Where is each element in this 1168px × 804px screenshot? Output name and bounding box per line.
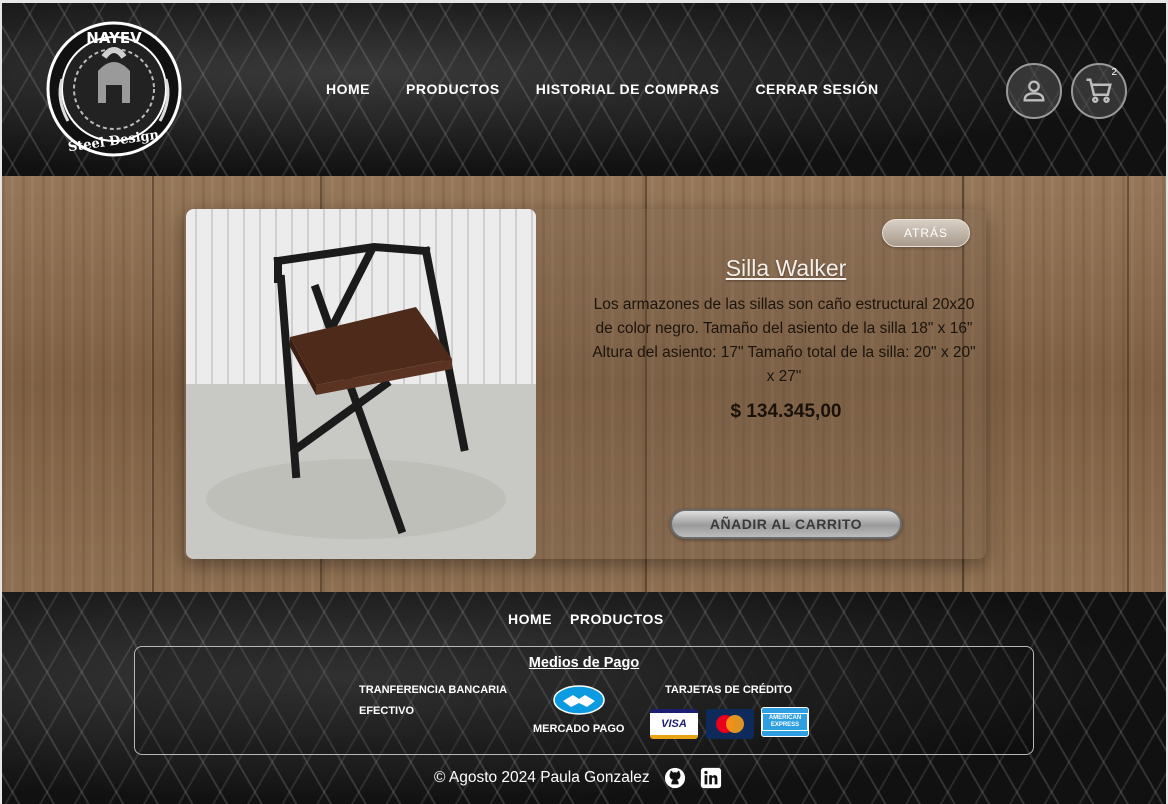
site-header: NAYEV Steel Design HOME PRODUCTOS HISTOR… bbox=[2, 3, 1166, 176]
footer-nav-productos[interactable]: PRODUCTOS bbox=[570, 611, 664, 627]
cart-count-badge: 2 bbox=[1111, 67, 1117, 78]
footer-nav-home[interactable]: HOME bbox=[508, 611, 552, 627]
user-profile-button[interactable] bbox=[1006, 63, 1062, 119]
credit-cards-label: TARJETAS DE CRÉDITO bbox=[665, 684, 793, 696]
brand-logo[interactable]: NAYEV Steel Design bbox=[34, 19, 194, 159]
linkedin-icon[interactable] bbox=[700, 767, 722, 789]
product-image bbox=[186, 209, 536, 559]
brand-top-text: NAYEV bbox=[86, 29, 142, 47]
site-footer: HOME PRODUCTOS Medios de Pago TRANFERENC… bbox=[2, 592, 1166, 804]
nav-productos[interactable]: PRODUCTOS bbox=[406, 81, 500, 97]
github-icon[interactable] bbox=[664, 767, 686, 789]
nav-cerrar-sesion[interactable]: CERRAR SESIÓN bbox=[755, 81, 878, 97]
mastercard-icon bbox=[706, 709, 754, 739]
payment-methods-title: Medios de Pago bbox=[528, 655, 640, 671]
amex-label: AMERICAN EXPRESS bbox=[762, 713, 808, 731]
payment-methods-box: Medios de Pago TRANFERENCIA BANCARIA EFE… bbox=[134, 646, 1034, 755]
product-title[interactable]: Silla Walker bbox=[594, 255, 978, 282]
user-icon bbox=[1023, 80, 1045, 102]
cart-icon bbox=[1086, 78, 1112, 103]
amex-icon: AMERICAN EXPRESS bbox=[761, 707, 809, 737]
nav-home[interactable]: HOME bbox=[326, 81, 370, 97]
cart-button[interactable]: 2 bbox=[1071, 63, 1127, 119]
product-card: ATRÁS Silla Walker Los armazones de las … bbox=[184, 209, 986, 559]
cash-label: EFECTIVO bbox=[359, 705, 415, 717]
mercado-pago-icon bbox=[553, 685, 605, 715]
back-button[interactable]: ATRÁS bbox=[882, 219, 970, 247]
add-to-cart-button[interactable]: AÑADIR AL CARRITO bbox=[670, 509, 902, 539]
footer-nav: HOME PRODUCTOS bbox=[508, 611, 664, 627]
product-description: Los armazones de las sillas son caño est… bbox=[592, 296, 976, 385]
copyright-text: © Agosto 2024 Paula Gonzalez bbox=[434, 769, 650, 786]
mercado-pago-label: MERCADO PAGO bbox=[533, 723, 625, 735]
product-price: $ 134.345,00 bbox=[730, 401, 842, 422]
visa-label: VISA bbox=[661, 718, 687, 730]
product-section: ATRÁS Silla Walker Los armazones de las … bbox=[2, 176, 1166, 592]
copyright: © Agosto 2024 Paula Gonzalez bbox=[434, 767, 722, 789]
bank-transfer-label: TRANFERENCIA BANCARIA bbox=[359, 684, 508, 696]
main-nav: HOME PRODUCTOS HISTORIAL DE COMPRAS CERR… bbox=[326, 81, 879, 97]
nav-historial-de-compras[interactable]: HISTORIAL DE COMPRAS bbox=[536, 81, 720, 97]
visa-icon: VISA bbox=[650, 709, 698, 739]
